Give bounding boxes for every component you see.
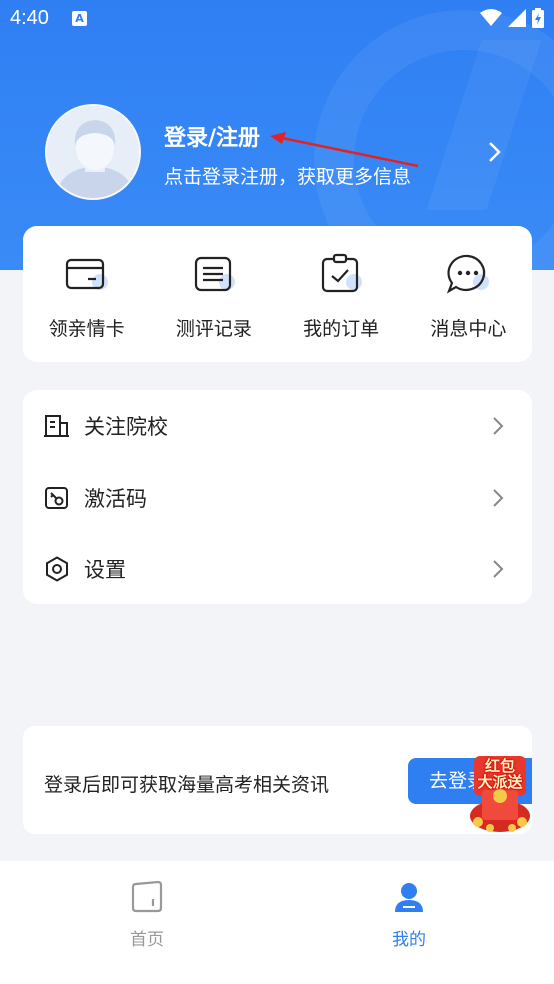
red-packet-line2: 大派送	[477, 773, 523, 791]
list-icon	[194, 256, 235, 292]
quick-actions-card: 领亲情卡 测评记录 我的订单 消息中心	[23, 226, 532, 362]
tab-mine[interactable]: 我的	[354, 881, 464, 950]
card-icon	[65, 258, 108, 290]
chevron-right-icon	[493, 417, 504, 435]
login-register-title[interactable]: 登录/注册	[164, 120, 260, 152]
red-packet-badge[interactable]: 红包 大派送	[468, 756, 532, 834]
login-promo-banner: 登录后即可获取海量高考相关资讯 去登录 红包 大派送	[23, 726, 532, 834]
battery-icon	[532, 8, 544, 28]
menu-item-settings[interactable]: 设置	[23, 534, 532, 604]
red-packet-line1: 红包	[484, 757, 515, 775]
bottom-tab-bar: 首页 我的	[0, 861, 554, 984]
chevron-right-icon	[493, 560, 504, 578]
quick-action-my-orders[interactable]: 我的订单	[286, 250, 396, 341]
quick-action-message-center[interactable]: 消息中心	[413, 250, 523, 341]
red-packet-text: 红包 大派送	[468, 758, 532, 790]
wifi-icon	[480, 9, 502, 26]
chevron-right-icon[interactable]	[487, 140, 503, 164]
user-icon	[395, 883, 423, 912]
annotation-arrow-icon	[270, 132, 419, 168]
tab-label: 首页	[130, 930, 164, 950]
quick-action-label: 消息中心	[430, 318, 507, 340]
menu-item-activation-code[interactable]: 激活码	[23, 463, 532, 533]
notification-icon: A	[72, 11, 87, 26]
menu-card: 关注院校 激活码 设置	[23, 390, 532, 604]
building-icon	[44, 415, 69, 437]
avatar[interactable]	[45, 104, 141, 200]
quick-action-test-records[interactable]: 测评记录	[159, 250, 269, 341]
home-icon	[131, 880, 163, 913]
status-time: 4:40	[10, 7, 49, 29]
chat-icon	[447, 254, 490, 294]
key-icon	[45, 487, 68, 509]
quick-action-label: 测评记录	[175, 318, 252, 340]
chevron-right-icon	[493, 489, 504, 507]
menu-item-followed-schools[interactable]: 关注院校	[23, 391, 532, 461]
signal-icon	[508, 9, 526, 27]
gear-icon	[46, 556, 68, 582]
menu-item-label: 关注院校	[84, 415, 168, 439]
tab-home[interactable]: 首页	[92, 880, 202, 950]
status-bar: 4:40 A	[0, 0, 554, 38]
tab-label: 我的	[392, 930, 426, 950]
menu-item-label: 设置	[84, 558, 126, 582]
clipboard-check-icon	[322, 253, 363, 293]
promo-text: 登录后即可获取海量高考相关资讯	[44, 774, 330, 796]
quick-action-label: 领亲情卡	[48, 318, 125, 340]
default-avatar-icon	[47, 106, 139, 198]
quick-action-label: 我的订单	[303, 318, 380, 340]
menu-item-label: 激活码	[84, 487, 147, 511]
quick-action-family-card[interactable]: 领亲情卡	[32, 250, 142, 341]
